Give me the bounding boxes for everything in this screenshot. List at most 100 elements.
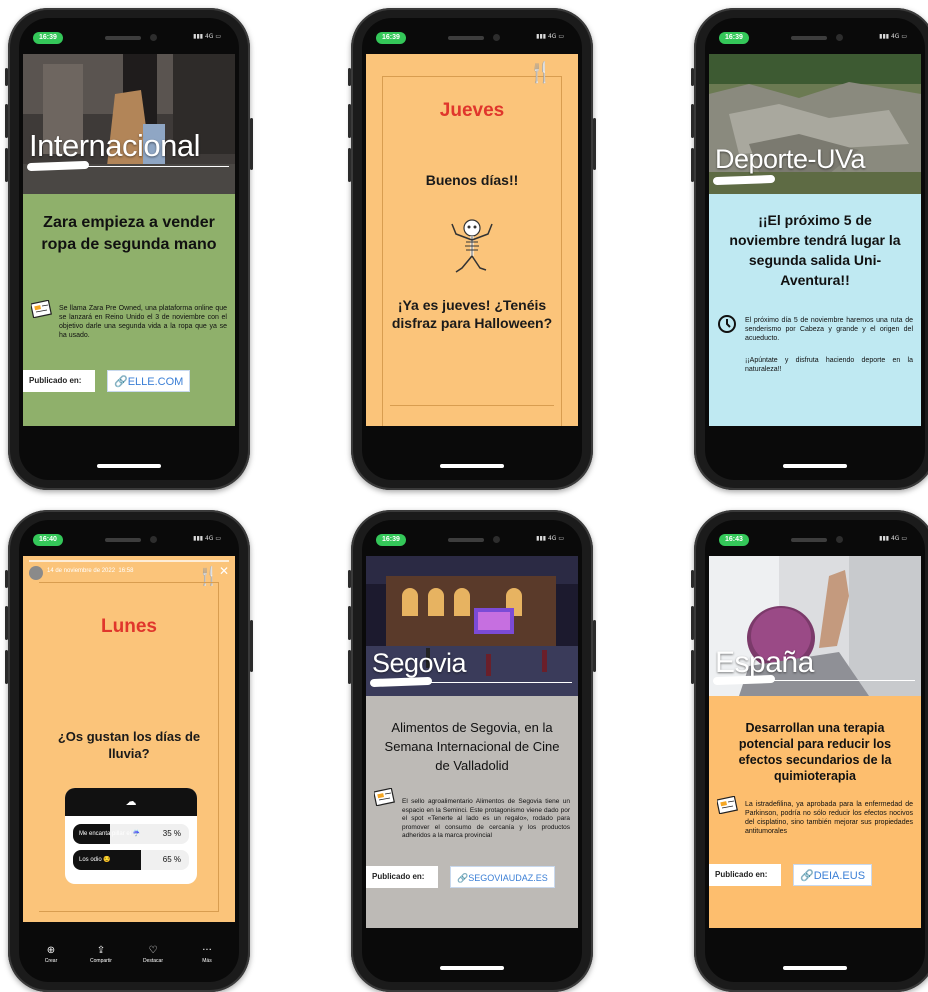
front-camera <box>493 536 500 543</box>
clock: 16:39 <box>33 32 63 44</box>
phone-deporte-uva: 16:39 ▮▮▮ 4G ▭ Deporte-UVa ¡¡El próximo … <box>691 8 928 490</box>
phone-espana: 16:43 ▮▮▮ 4G ▭ España Desarrollan una te… <box>691 510 928 992</box>
headline: ¡¡El próximo 5 de noviembre tendrá lugar… <box>729 212 901 288</box>
day-title: Lunes <box>101 616 157 637</box>
status-bar: 16:43 ▮▮▮ 4G ▭ <box>705 520 925 554</box>
poll-option-label: Los odio 😒 <box>79 857 111 863</box>
source-link[interactable]: 🔗SEGOVIAUDAZ.ES <box>450 866 555 888</box>
power-button <box>593 118 596 170</box>
highlight-icon: ♡ <box>148 945 158 956</box>
status-bar: 16:39 ▮▮▮ 4G ▭ <box>362 18 582 52</box>
story-card[interactable]: Deporte-UVa ¡¡El próximo 5 de noviembre … <box>709 54 921 426</box>
link-icon: 🔗 <box>457 873 469 883</box>
phone-lunes: 16:40 ▮▮▮ 4G ▭ 14 de noviembre de 2022 1… <box>5 510 253 992</box>
share-button[interactable]: ⇪ Compartir <box>81 944 121 964</box>
clock: 16:39 <box>376 534 406 546</box>
section-title: Segovia <box>372 648 467 678</box>
published-label: Publicado en: <box>709 864 781 886</box>
volume-up-button <box>348 104 351 138</box>
clock: 16:39 <box>376 32 406 44</box>
home-indicator[interactable] <box>783 464 847 468</box>
share-icon: ⇪ <box>96 945 106 956</box>
network-type: 4G <box>547 33 557 40</box>
volume-up-button <box>5 104 8 138</box>
rain-cloud-icon: ☁ <box>65 788 197 816</box>
home-indicator[interactable] <box>440 464 504 468</box>
screen: 16:39 ▮▮▮ 4G ▭ 🍴 Jueves Buenos días!! ¡Y… <box>362 18 582 480</box>
home-indicator[interactable] <box>97 464 161 468</box>
story-time: 16:58 <box>118 568 134 574</box>
more-button[interactable]: ··· Más <box>187 944 227 964</box>
volume-down-button <box>5 148 8 182</box>
street-photo <box>23 54 235 194</box>
signal-battery-icon: ▮▮▮ 4G ▭ <box>879 33 907 40</box>
power-button <box>250 620 253 672</box>
volume-up-button <box>5 606 8 640</box>
silent-switch <box>5 68 8 86</box>
poll-option-2[interactable]: Los odio 😒 65 % <box>73 850 189 870</box>
phone-jueves: 16:39 ▮▮▮ 4G ▭ 🍴 Jueves Buenos días!! ¡Y… <box>348 8 596 490</box>
published-label: Publicado en: <box>23 370 95 392</box>
silent-switch <box>691 68 694 86</box>
headline: Alimentos de Segovia, en la Semana Inter… <box>384 720 560 773</box>
phone-internacional: 16:39 ▮▮▮ 4G ▭ Internacional Zara empiez… <box>5 8 253 490</box>
screen: 16:39 ▮▮▮ 4G ▭ Segovia Alimentos de Sego… <box>362 520 582 982</box>
link-icon: 🔗 <box>114 376 128 388</box>
source-text: ELLE.COM <box>127 376 184 388</box>
home-indicator[interactable] <box>440 966 504 970</box>
screen: 16:40 ▮▮▮ 4G ▭ 14 de noviembre de 2022 1… <box>19 520 239 982</box>
story-card[interactable]: 14 de noviembre de 2022 16:58 ✕ 🍴 Lunes … <box>23 556 235 922</box>
source-link[interactable]: 🔗ELLE.COM <box>107 370 191 392</box>
section-title: Deporte-UVa <box>715 144 866 174</box>
create-button[interactable]: ⊕ Crear <box>31 944 71 964</box>
screen: 16:43 ▮▮▮ 4G ▭ España Desarrollan una te… <box>705 520 925 982</box>
signal-battery-icon: ▮▮▮ 4G ▭ <box>879 535 907 542</box>
source-link[interactable]: 🔗DEIA.EUS <box>793 864 873 886</box>
story-card[interactable]: Internacional Zara empieza a vender ropa… <box>23 54 235 426</box>
headline: Desarrollan una terapia potencial para r… <box>738 721 892 783</box>
story-body-cta: ¡¡Apúntate y disfruta haciendo deporte e… <box>745 357 913 373</box>
network-type: 4G <box>204 535 214 542</box>
newspaper-icon <box>31 300 52 318</box>
front-camera <box>836 34 843 41</box>
newspaper-icon <box>374 788 395 806</box>
clock-icon <box>718 315 736 333</box>
newspaper-icon <box>717 796 738 814</box>
power-button <box>250 118 253 170</box>
avatar[interactable] <box>29 566 43 580</box>
story-card[interactable]: España Desarrollan una terapia potencial… <box>709 556 921 928</box>
volume-down-button <box>691 650 694 684</box>
silent-switch <box>691 570 694 588</box>
headline: Zara empieza a vender ropa de segunda ma… <box>41 214 217 253</box>
story-progress-bar <box>29 560 229 562</box>
story-photo: Internacional <box>23 54 235 194</box>
clock: 16:43 <box>719 534 749 546</box>
close-icon[interactable]: ✕ <box>219 564 229 578</box>
clock: 16:40 <box>33 534 63 546</box>
front-camera <box>836 536 843 543</box>
home-indicator[interactable] <box>783 966 847 970</box>
story-photo: Segovia <box>366 556 578 696</box>
signal-battery-icon: ▮▮▮ 4G ▭ <box>193 33 221 40</box>
volume-down-button <box>348 650 351 684</box>
highlight-label: Destacar <box>142 958 163 964</box>
source-text: DEIA.EUS <box>813 870 866 882</box>
speaker-grille <box>791 538 827 542</box>
story-card[interactable]: Segovia Alimentos de Segovia, en la Sema… <box>366 556 578 928</box>
poll-option-percent: 35 % <box>162 829 181 838</box>
story-toolbar: ⊕ Crear ⇪ Compartir ♡ Destacar ··· Más <box>19 944 239 974</box>
story-photo: Deporte-UVa <box>709 54 921 194</box>
screen: 16:39 ▮▮▮ 4G ▭ Deporte-UVa ¡¡El próximo … <box>705 18 925 480</box>
poll-option-percent: 65 % <box>162 855 181 864</box>
phone-segovia: 16:39 ▮▮▮ 4G ▭ Segovia Alimentos de Sego… <box>348 510 596 992</box>
published-row: Publicado en: 🔗DEIA.EUS <box>709 864 921 886</box>
poll-option-1[interactable]: Me encanta pillar el ☔ 35 % <box>73 824 189 844</box>
utensils-icon: 🍴 <box>528 60 553 84</box>
highlight-button[interactable]: ♡ Destacar <box>133 944 173 964</box>
clock: 16:39 <box>719 32 749 44</box>
more-label: Más <box>202 958 212 964</box>
poll-sticker[interactable]: ☁ Me encanta pillar el ☔ 35 % Los odio 😒… <box>65 788 197 884</box>
story-card[interactable]: 🍴 Jueves Buenos días!! ¡Ya es jueves! ¿T… <box>366 54 578 426</box>
network-type: 4G <box>890 33 900 40</box>
story-body: Se llama Zara Pre Owned, una plataforma … <box>59 305 227 339</box>
